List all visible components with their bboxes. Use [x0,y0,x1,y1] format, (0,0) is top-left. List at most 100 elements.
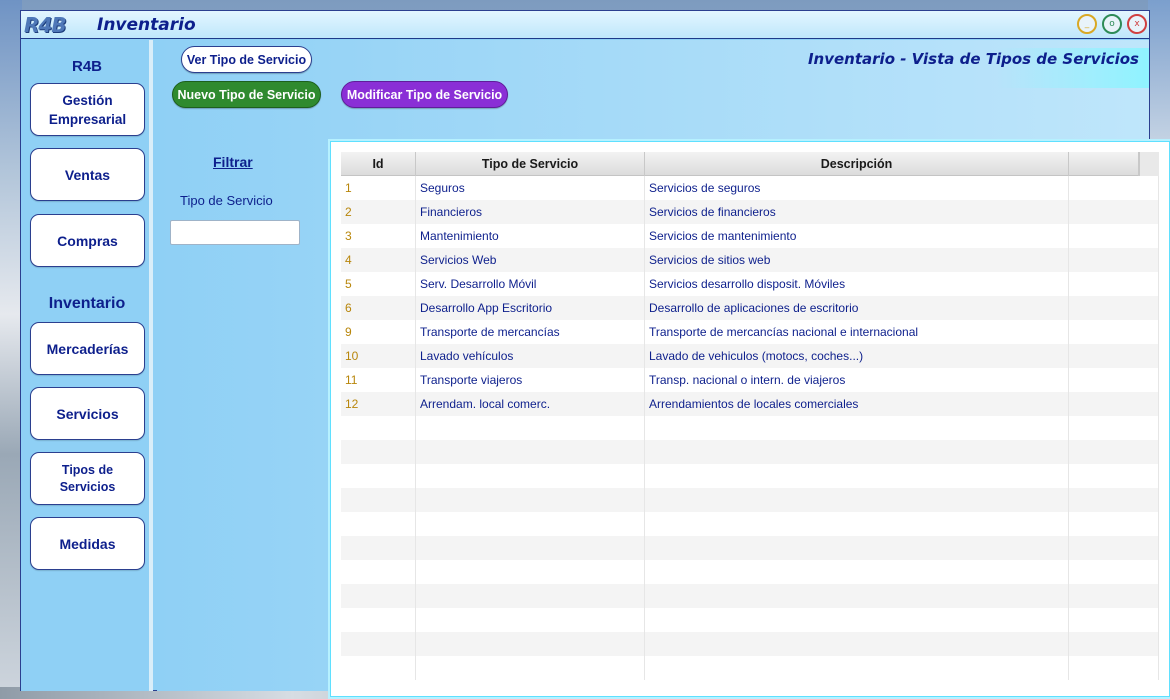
table-row[interactable]: 10 Lavado vehículos Lavado de vehiculos (m… [341,344,1159,368]
table-row[interactable]: 9 Transporte de mercancías Transporte de m… [341,320,1159,344]
cell-tipo [416,656,645,680]
cell-descripcion [645,560,1069,584]
table-row[interactable]: 1 Seguros Servicios de seguros [341,176,1159,200]
cell-descripcion: Lavado de vehiculos (motocs, coches...) [645,344,1069,368]
cell-tipo [416,464,645,488]
cell-extra [1069,536,1159,560]
filter-tipo-servicio-label: Tipo de Servicio [180,193,273,208]
minimize-button[interactable]: _ [1077,14,1097,34]
cell-tipo: Financieros [416,200,645,224]
cell-id: 2 [341,200,416,224]
cell-tipo: Seguros [416,176,645,200]
filter-tipo-servicio-input[interactable] [170,220,300,245]
cell-id [341,632,416,656]
table-row-empty[interactable] [341,632,1159,656]
cell-id [341,512,416,536]
table-row-empty[interactable] [341,488,1159,512]
sidebar-item-servicios[interactable]: Servicios [30,387,145,440]
modificar-tipo-servicio-button[interactable]: Modificar Tipo de Servicio [341,81,508,108]
cell-descripcion: Servicios de financieros [645,200,1069,224]
table-row[interactable]: 4 Servicios Web Servicios de sitios web [341,248,1159,272]
sidebar-item-compras[interactable]: Compras [30,214,145,267]
title-bar[interactable]: R4B Inventario _ o x [21,11,1149,39]
cell-tipo [416,560,645,584]
table-row-empty[interactable] [341,536,1159,560]
cell-extra [1069,584,1159,608]
cell-id [341,464,416,488]
cell-descripcion [645,488,1069,512]
cell-extra [1069,272,1159,296]
cell-id: 6 [341,296,416,320]
cell-tipo: Servicios Web [416,248,645,272]
cell-extra [1069,368,1159,392]
cell-descripcion [645,512,1069,536]
column-header-extra[interactable] [1069,152,1139,176]
sidebar-item-gestion-empresarial[interactable]: Gestión Empresarial [30,83,145,136]
cell-extra [1069,608,1159,632]
cell-id: 5 [341,272,416,296]
column-header-id[interactable]: Id [341,152,416,176]
sidebar-section-inventario: Inventario [48,295,126,312]
table-header: Id Tipo de Servicio Descripción [341,152,1159,176]
cell-id [341,416,416,440]
cell-descripcion [645,632,1069,656]
cell-extra [1069,176,1159,200]
table-row-empty[interactable] [341,464,1159,488]
cell-id [341,584,416,608]
table-row[interactable]: 12 Arrendam. local comerc. Arrendamientos … [341,392,1159,416]
table-row-empty[interactable] [341,584,1159,608]
cell-id [341,488,416,512]
table-row[interactable]: 5 Serv. Desarrollo Móvil Servicios desarro… [341,272,1159,296]
cell-id [341,656,416,680]
cell-descripcion: Servicios desarrollo disposit. Móviles [645,272,1069,296]
sidebar-item-medidas[interactable]: Medidas [30,517,145,570]
sidebar-item-mercaderias[interactable]: Mercaderías [30,322,145,375]
table-row[interactable]: 3 Mantenimiento Servicios de mantenimiento [341,224,1159,248]
cell-descripcion: Arrendamientos de locales comerciales [645,392,1069,416]
cell-extra [1069,632,1159,656]
column-header-descripcion[interactable]: Descripción [645,152,1069,176]
main-content: Inventario - Vista de Tipos de Servicios… [157,40,1170,697]
cell-id [341,608,416,632]
ver-tipo-servicio-button[interactable]: Ver Tipo de Servicio [181,46,312,73]
cell-id: 3 [341,224,416,248]
cell-tipo: Transporte viajeros [416,368,645,392]
cell-descripcion: Transp. nacional o intern. de viajeros [645,368,1069,392]
cell-id: 1 [341,176,416,200]
table-row-empty[interactable] [341,608,1159,632]
column-header-tipo[interactable]: Tipo de Servicio [416,152,645,176]
filter-title: Filtrar [213,154,253,170]
cell-id: 9 [341,320,416,344]
table-row[interactable]: 2 Financieros Servicios de financieros [341,200,1159,224]
cell-tipo [416,536,645,560]
cell-id [341,536,416,560]
cell-id: 12 [341,392,416,416]
table-row[interactable]: 11 Transporte viajeros Transp. nacional o … [341,368,1159,392]
table-row-empty[interactable] [341,656,1159,680]
cell-descripcion: Transporte de mercancías nacional e inte… [645,320,1069,344]
cell-descripcion [645,416,1069,440]
table-row-empty[interactable] [341,512,1159,536]
cell-id [341,560,416,584]
header-scroll-corner [1139,152,1159,176]
cell-tipo: Serv. Desarrollo Móvil [416,272,645,296]
table-row-empty[interactable] [341,440,1159,464]
maximize-button[interactable]: o [1102,14,1122,34]
nuevo-tipo-servicio-button[interactable]: Nuevo Tipo de Servicio [172,81,321,108]
cell-extra [1069,200,1159,224]
cell-id: 10 [341,344,416,368]
sidebar-item-tipos-de-servicios[interactable]: Tipos de Servicios [30,452,145,505]
cell-tipo [416,416,645,440]
page-title: Inventario - Vista de Tipos de Servicios [807,50,1139,68]
table-row-empty[interactable] [341,416,1159,440]
cell-extra [1069,392,1159,416]
servicios-table[interactable]: Id Tipo de Servicio Descripción 1 Seguros… [341,152,1159,686]
table-row[interactable]: 6 Desarrollo App Escritorio Desarrollo de … [341,296,1159,320]
cell-extra [1069,440,1159,464]
sidebar-item-ventas[interactable]: Ventas [30,148,145,201]
cell-tipo [416,440,645,464]
close-button[interactable]: x [1127,14,1147,34]
sidebar: R4B Gestión Empresarial Ventas Compras I… [21,40,153,691]
cell-descripcion [645,440,1069,464]
table-row-empty[interactable] [341,560,1159,584]
